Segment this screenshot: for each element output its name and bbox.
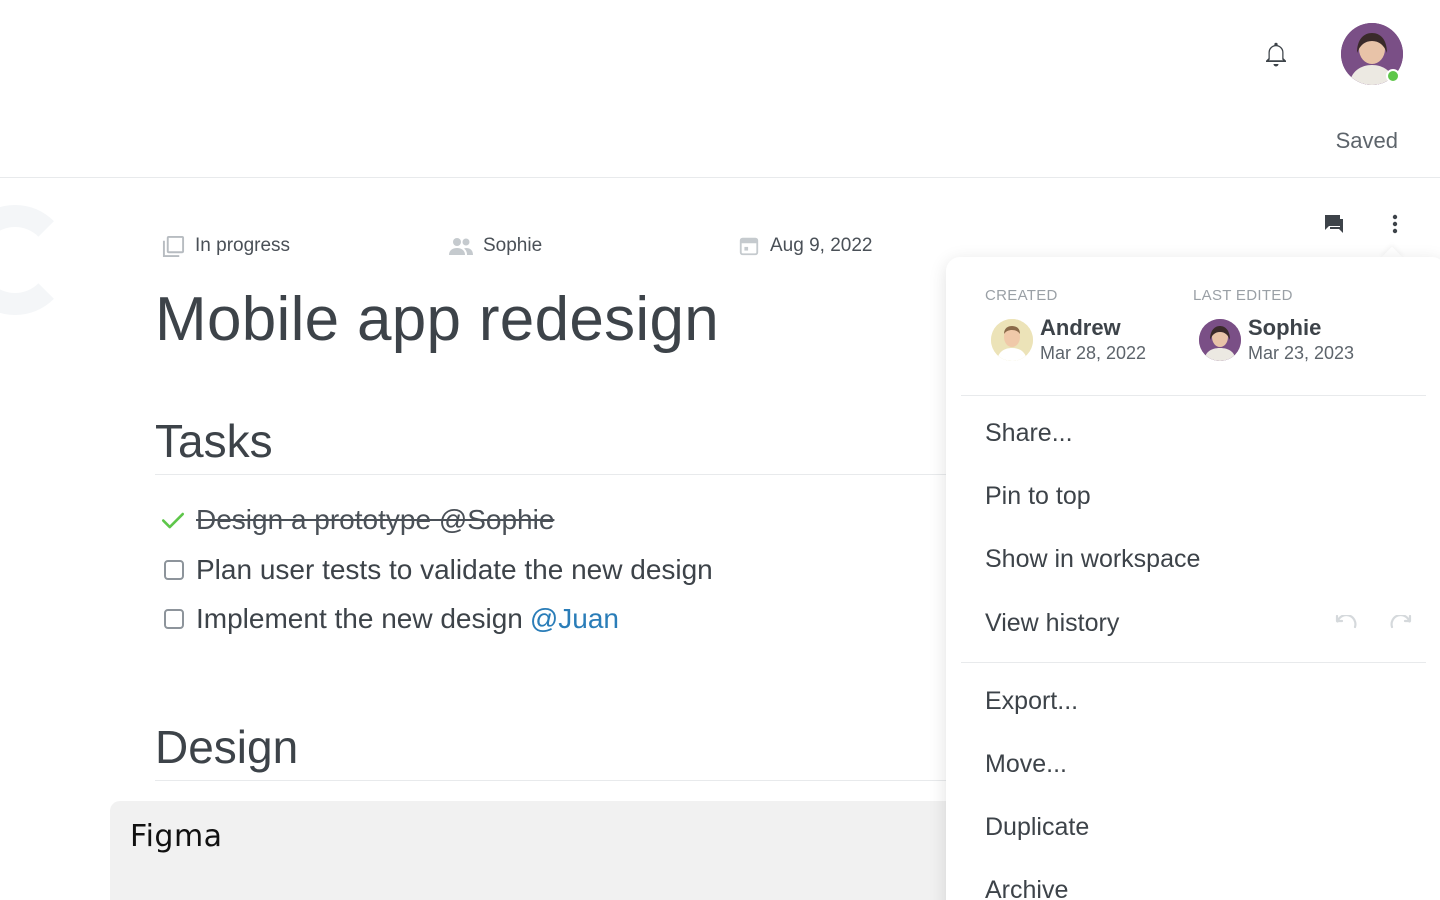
task-item[interactable]: Implement the new design @Juan (160, 602, 619, 636)
editor-name: Sophie (1248, 315, 1322, 340)
created-label: CREATED (985, 287, 1058, 304)
page-options-menu: CREATED LAST EDITED Andrew Mar 28, 2022 … (946, 257, 1440, 900)
embed-label: Figma (130, 819, 223, 854)
task-checkbox[interactable] (164, 560, 184, 580)
menu-item-show-in-workspace[interactable]: Show in workspace (985, 545, 1200, 574)
page-title[interactable]: Mobile app redesign (155, 284, 719, 355)
menu-item-duplicate[interactable]: Duplicate (985, 813, 1089, 842)
task-item[interactable]: Design a prototype @Sophie (160, 503, 554, 537)
calendar-icon (739, 237, 759, 256)
status-icon (162, 235, 185, 257)
bell-icon[interactable] (1261, 38, 1291, 70)
check-icon[interactable] (160, 507, 186, 533)
created-date: Mar 28, 2022 (1040, 343, 1147, 363)
top-bar: Saved (0, 0, 1440, 178)
avatar (991, 319, 1033, 361)
task-text: Plan user tests to validate the new desi… (196, 554, 713, 585)
undo-icon[interactable] (1334, 615, 1358, 635)
figma-embed[interactable]: Figma (110, 801, 960, 900)
people-icon (449, 238, 473, 255)
save-status: Saved (1335, 128, 1398, 153)
divider (155, 780, 955, 781)
menu-item-archive[interactable]: Archive (985, 876, 1068, 900)
meta-status[interactable]: In progress (162, 233, 290, 259)
menu-item-pin-to-top[interactable]: Pin to top (985, 482, 1091, 511)
task-text: Implement the new design (196, 603, 523, 634)
meta-date[interactable]: Aug 9, 2022 (738, 233, 872, 259)
status-label: In progress (195, 235, 291, 256)
tasks-heading[interactable]: Tasks (155, 414, 273, 468)
menu-item-share[interactable]: Share... (985, 419, 1073, 448)
online-status-dot (1386, 69, 1400, 83)
menu-divider (961, 395, 1426, 396)
task-item[interactable]: Plan user tests to validate the new desi… (160, 553, 713, 587)
edited-date: Mar 23, 2023 (1248, 343, 1355, 363)
menu-item-move[interactable]: Move... (985, 750, 1067, 779)
task-checkbox[interactable] (164, 609, 184, 629)
redo-icon[interactable] (1389, 615, 1413, 635)
comments-icon[interactable] (1322, 212, 1346, 236)
task-text: Design a prototype @Sophie (196, 504, 555, 535)
design-heading[interactable]: Design (155, 720, 298, 774)
decorative-shape (0, 205, 70, 315)
meta-owner[interactable]: Sophie (449, 233, 542, 259)
divider (155, 474, 955, 475)
owner-label: Sophie (483, 235, 543, 256)
menu-item-view-history[interactable]: View history (985, 609, 1119, 638)
mention-link[interactable]: @Juan (530, 603, 619, 635)
menu-divider (961, 662, 1426, 663)
due-date-label: Aug 9, 2022 (770, 235, 873, 256)
menu-item-export[interactable]: Export... (985, 687, 1078, 716)
avatar (1199, 319, 1241, 361)
creator-name: Andrew (1040, 315, 1121, 340)
last-edited-label: LAST EDITED (1193, 287, 1293, 304)
more-vertical-icon[interactable] (1384, 212, 1406, 236)
